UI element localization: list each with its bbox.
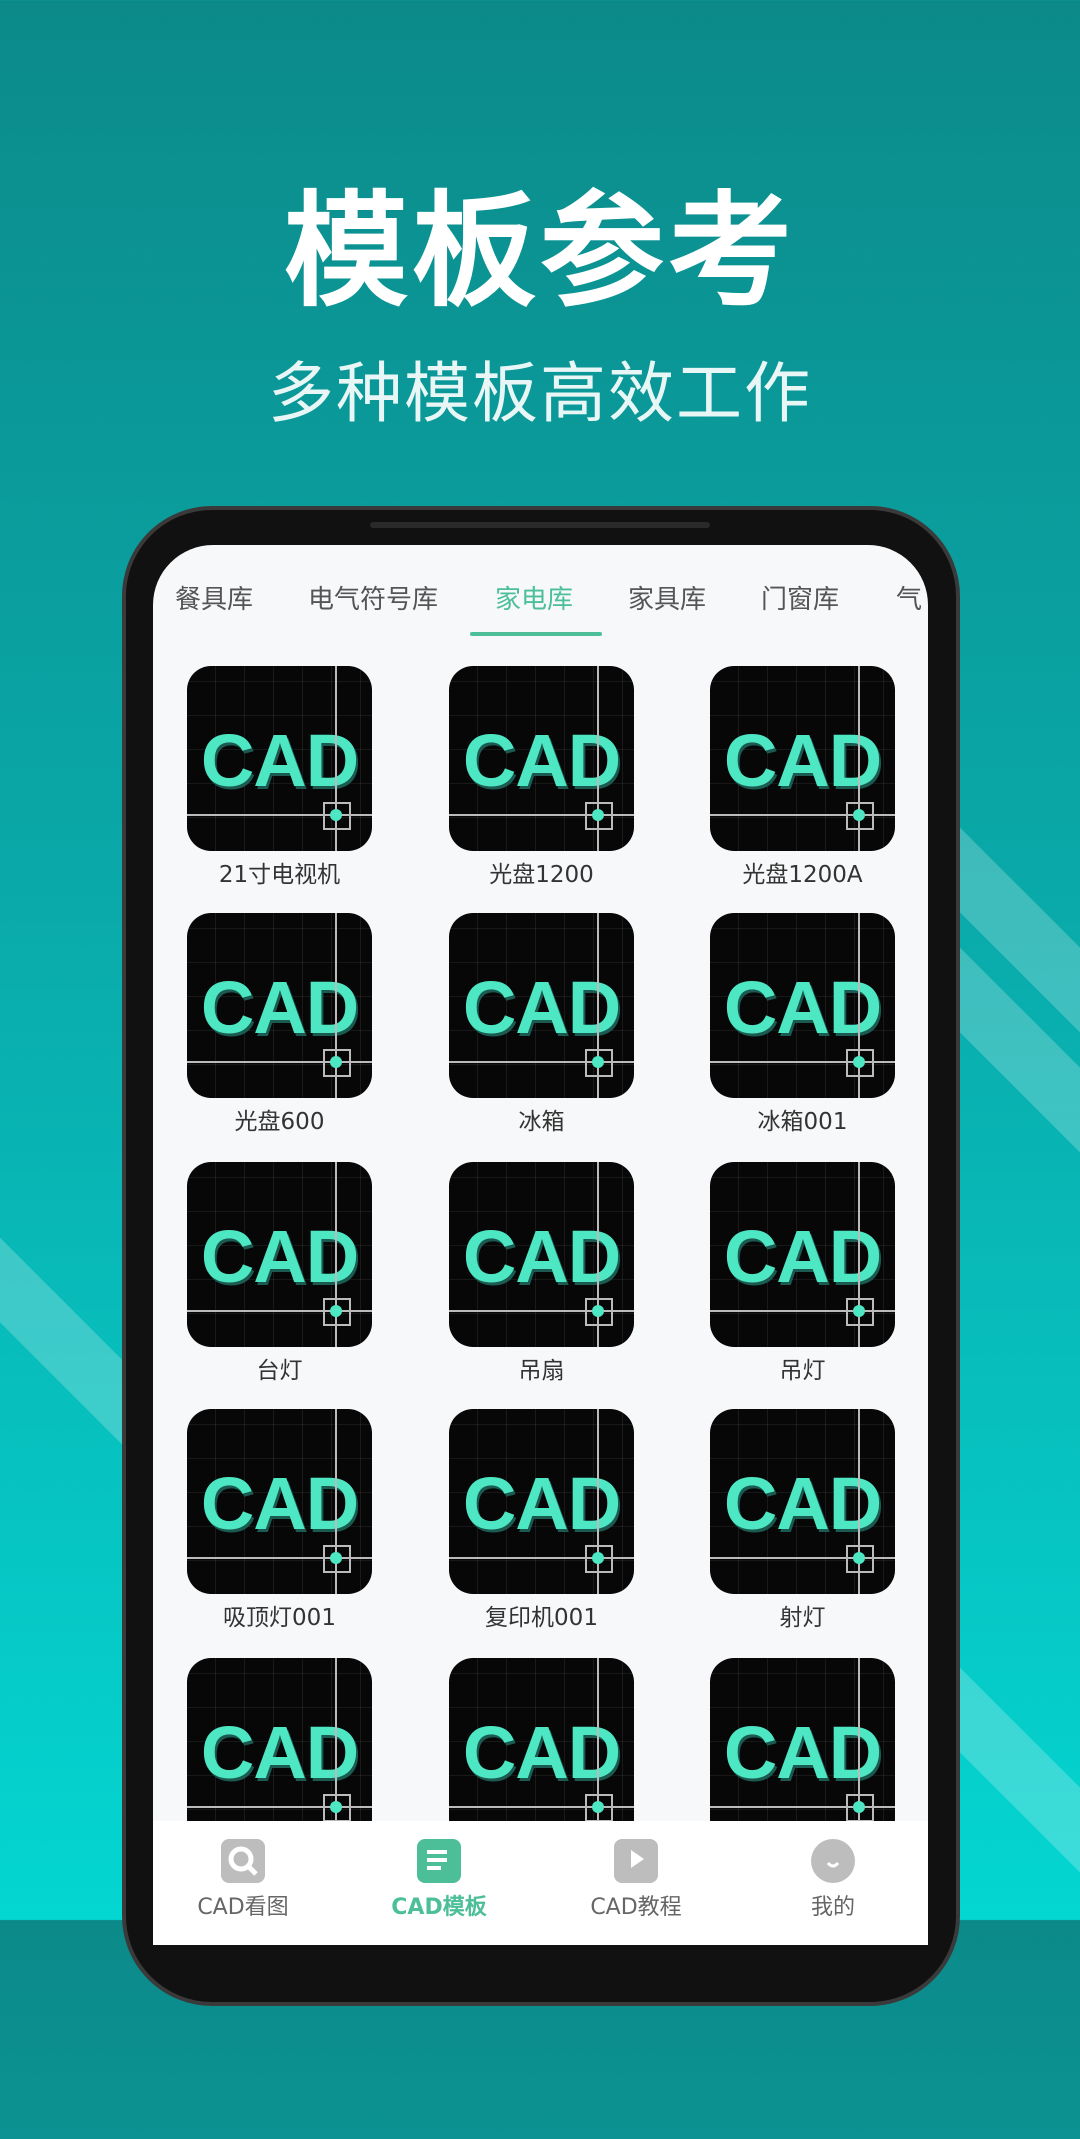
template-item[interactable]: CAD 冰箱 [449, 913, 634, 1136]
cad-thumbnail-icon: CAD [710, 666, 895, 851]
cad-text: CAD [462, 966, 621, 1049]
play-icon [614, 1839, 658, 1883]
phone-speaker [370, 522, 710, 528]
tab-appliances[interactable]: 家电库 [495, 579, 573, 616]
template-label: 光盘600 [234, 1109, 325, 1135]
cad-thumbnail-icon: CAD [187, 666, 372, 851]
cad-text: CAD [200, 719, 359, 802]
template-item[interactable]: CAD 射灯 [710, 1409, 895, 1632]
nav-profile[interactable]: 我的 [753, 1821, 913, 1921]
template-item[interactable]: CAD 21寸电视机 [187, 666, 372, 889]
app-screen: 餐具库 电气符号库 家电库 家具库 门窗库 气 CAD 21寸电视机 CAD 光盘12… [153, 545, 928, 1945]
template-item[interactable]: CAD 冰箱001 [710, 913, 895, 1136]
tab-tableware[interactable]: 餐具库 [175, 579, 253, 616]
cad-thumbnail-icon: CAD [187, 1162, 372, 1347]
tab-furniture[interactable]: 家具库 [628, 579, 706, 616]
cad-text: CAD [462, 1462, 621, 1545]
cad-text: CAD [723, 1215, 882, 1298]
cad-text: CAD [462, 1215, 621, 1298]
template-label: 吸顶灯001 [223, 1605, 336, 1631]
nav-label: CAD模板 [391, 1895, 487, 1920]
template-label: 复印机001 [485, 1605, 598, 1631]
cad-text: CAD [723, 719, 882, 802]
cad-text: CAD [723, 966, 882, 1049]
template-item[interactable]: CAD [710, 1658, 895, 1847]
template-item[interactable]: CAD 台灯 [187, 1162, 372, 1385]
search-icon [221, 1839, 265, 1883]
tab-doors-windows[interactable]: 门窗库 [761, 579, 839, 616]
template-item[interactable]: CAD 吸顶灯001 [187, 1409, 372, 1632]
template-label: 光盘1200A [742, 862, 863, 888]
nav-label: CAD教程 [590, 1895, 682, 1920]
template-label: 台灯 [256, 1358, 303, 1384]
document-icon [417, 1839, 461, 1883]
template-label: 光盘1200 [489, 862, 594, 888]
template-item[interactable]: CAD 吊扇 [449, 1162, 634, 1385]
cad-text: CAD [200, 1711, 359, 1794]
nav-cad-templates[interactable]: CAD模板 [359, 1821, 519, 1921]
cad-text: CAD [723, 1711, 882, 1794]
cad-thumbnail-icon: CAD [449, 1162, 634, 1347]
nav-cad-tutorials[interactable]: CAD教程 [556, 1821, 716, 1921]
nav-label: 我的 [810, 1895, 855, 1920]
cad-thumbnail-icon: CAD [449, 913, 634, 1098]
cad-thumbnail-icon: CAD [187, 1409, 372, 1594]
cad-thumbnail-icon: CAD [187, 1658, 372, 1843]
cad-text: CAD [200, 1215, 359, 1298]
page-subtitle: 多种模板高效工作 [268, 355, 812, 432]
nav-label: CAD看图 [197, 1895, 289, 1920]
template-label: 吊灯 [779, 1358, 826, 1384]
template-label: 射灯 [779, 1605, 826, 1631]
template-item[interactable]: CAD [449, 1658, 634, 1847]
tab-electrical-symbols[interactable]: 电气符号库 [308, 579, 438, 616]
cad-thumbnail-icon: CAD [710, 1658, 895, 1843]
template-label: 21寸电视机 [218, 862, 341, 888]
template-item[interactable]: CAD 光盘1200 [449, 666, 634, 889]
template-label: 冰箱 [518, 1109, 565, 1135]
tab-more[interactable]: 气 [896, 579, 922, 616]
cad-text: CAD [200, 966, 359, 1049]
cad-text: CAD [462, 1711, 621, 1794]
bottom-nav: CAD看图 CAD模板 CAD教程 我的 [153, 1821, 928, 1945]
active-tab-indicator [470, 632, 602, 636]
cad-thumbnail-icon: CAD [449, 1658, 634, 1843]
cad-thumbnail-icon: CAD [710, 913, 895, 1098]
template-label: 冰箱001 [757, 1109, 848, 1135]
page-title: 模板参考 [283, 180, 796, 324]
cad-thumbnail-icon: CAD [710, 1162, 895, 1347]
nav-cad-viewer[interactable]: CAD看图 [163, 1821, 323, 1921]
cad-text: CAD [462, 719, 621, 802]
user-icon [811, 1839, 855, 1883]
template-item[interactable]: CAD [187, 1658, 372, 1847]
template-label: 吊扇 [518, 1358, 565, 1384]
template-item[interactable]: CAD 吊灯 [710, 1162, 895, 1385]
cad-thumbnail-icon: CAD [449, 666, 634, 851]
cad-thumbnail-icon: CAD [710, 1409, 895, 1594]
cad-thumbnail-icon: CAD [449, 1409, 634, 1594]
category-tabs: 餐具库 电气符号库 家电库 家具库 门窗库 气 [153, 545, 928, 640]
cad-text: CAD [723, 1462, 882, 1545]
cad-text: CAD [200, 1462, 359, 1545]
template-item[interactable]: CAD 光盘600 [187, 913, 372, 1136]
template-item[interactable]: CAD 光盘1200A [710, 666, 895, 889]
cad-thumbnail-icon: CAD [187, 913, 372, 1098]
template-item[interactable]: CAD 复印机001 [449, 1409, 634, 1632]
